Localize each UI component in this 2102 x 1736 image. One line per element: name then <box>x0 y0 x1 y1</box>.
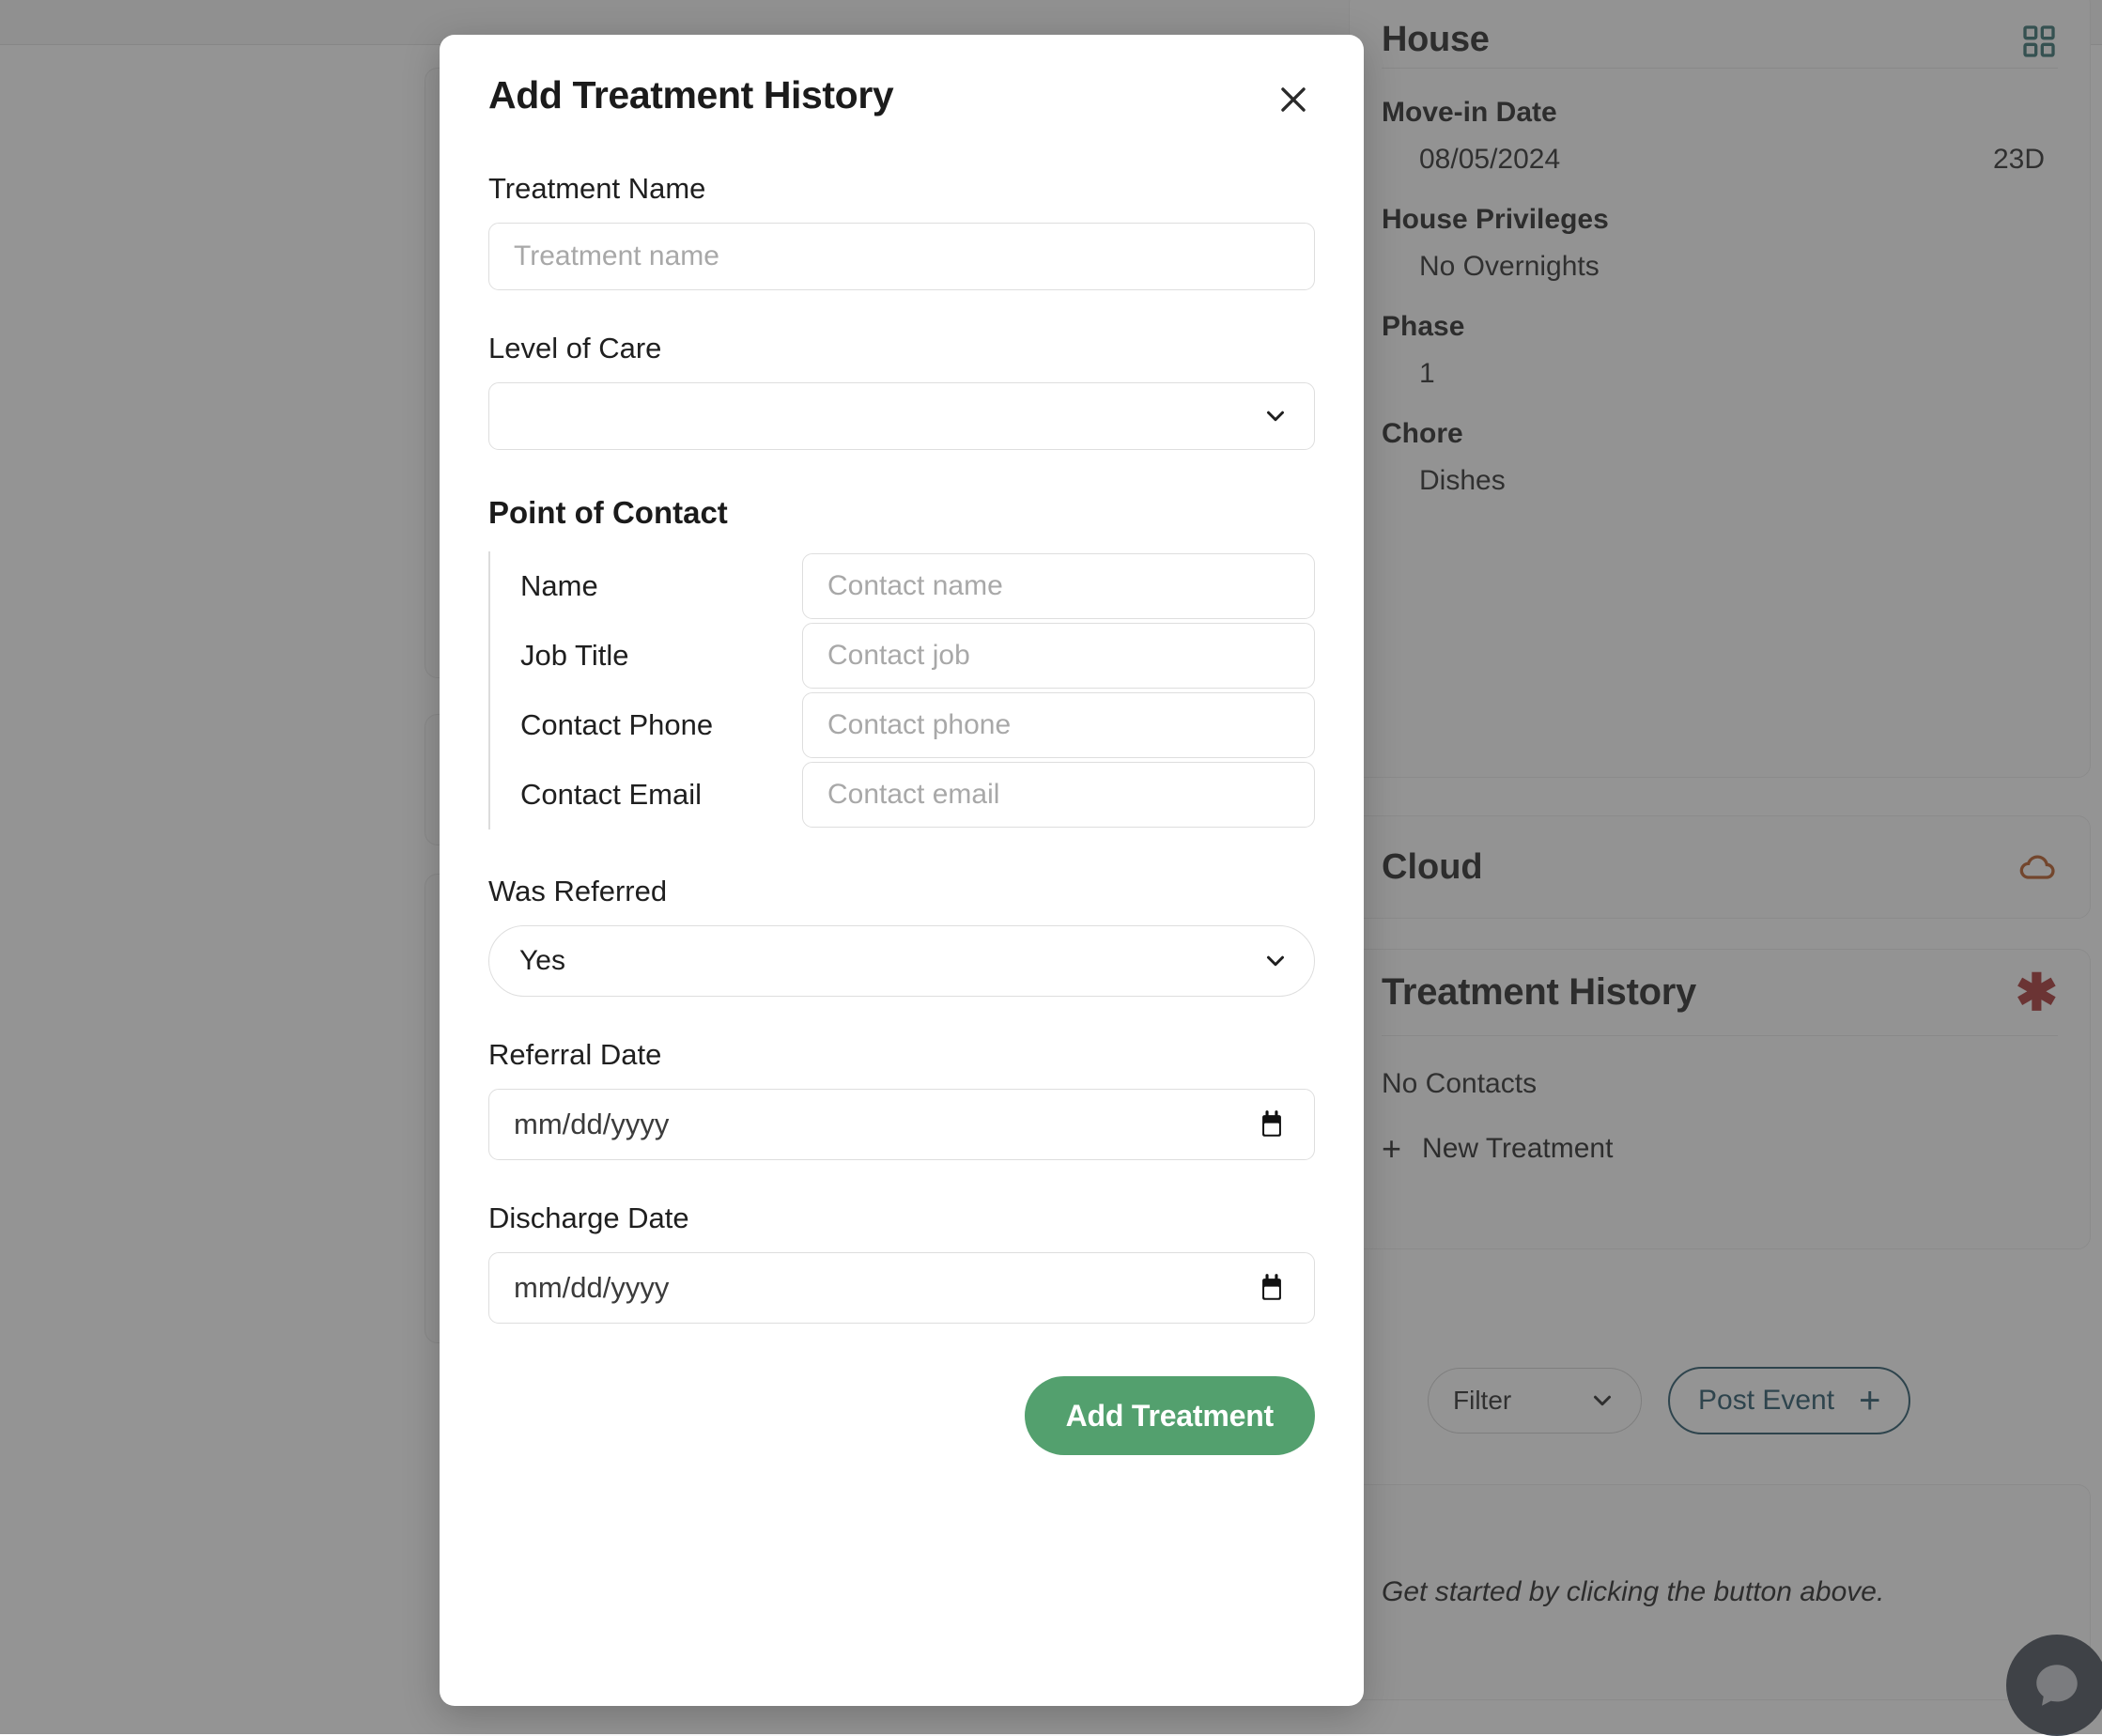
referral-date-input[interactable]: mm/dd/yyyy <box>488 1089 1315 1160</box>
discharge-date-placeholder: mm/dd/yyyy <box>514 1271 669 1305</box>
referral-date-group: Referral Date mm/dd/yyyy <box>488 1038 1315 1160</box>
calendar-icon[interactable] <box>1256 1108 1288 1140</box>
contact-name-row: Name <box>520 551 1315 621</box>
contact-phone-label: Contact Phone <box>520 708 802 742</box>
modal-footer: Add Treatment <box>488 1376 1315 1455</box>
was-referred-label: Was Referred <box>488 875 1315 908</box>
level-of-care-select[interactable] <box>488 382 1315 450</box>
contact-name-input[interactable] <box>802 553 1315 619</box>
contact-name-label: Name <box>520 569 802 603</box>
referral-date-placeholder: mm/dd/yyyy <box>514 1108 669 1141</box>
level-of-care-group: Level of Care <box>488 332 1315 450</box>
chevron-down-icon <box>1261 402 1290 430</box>
contact-job-title-row: Job Title <box>520 621 1315 690</box>
discharge-date-label: Discharge Date <box>488 1201 1315 1235</box>
was-referred-value: Yes <box>519 945 565 977</box>
level-of-care-label: Level of Care <box>488 332 1315 365</box>
was-referred-select[interactable]: Yes <box>488 925 1315 997</box>
contact-job-title-label: Job Title <box>520 639 802 673</box>
discharge-date-group: Discharge Date mm/dd/yyyy <box>488 1201 1315 1324</box>
contact-email-row: Contact Email <box>520 760 1315 829</box>
referral-date-label: Referral Date <box>488 1038 1315 1072</box>
add-treatment-history-modal: Add Treatment History Treatment Name Lev… <box>440 35 1364 1706</box>
point-of-contact-fields: Name Job Title Contact Phone Contact Ema… <box>488 551 1315 829</box>
contact-email-label: Contact Email <box>520 778 802 812</box>
contact-job-title-input[interactable] <box>802 623 1315 689</box>
contact-email-input[interactable] <box>802 762 1315 828</box>
calendar-icon[interactable] <box>1256 1272 1288 1304</box>
treatment-name-group: Treatment Name <box>488 172 1315 290</box>
contact-phone-input[interactable] <box>802 692 1315 758</box>
point-of-contact-heading: Point of Contact <box>488 495 1315 531</box>
add-treatment-button[interactable]: Add Treatment <box>1025 1376 1315 1455</box>
discharge-date-input[interactable]: mm/dd/yyyy <box>488 1252 1315 1324</box>
treatment-name-input[interactable] <box>488 223 1315 290</box>
contact-phone-row: Contact Phone <box>520 690 1315 760</box>
modal-header: Add Treatment History <box>488 35 1315 121</box>
treatment-name-label: Treatment Name <box>488 172 1315 206</box>
close-icon[interactable] <box>1272 78 1315 121</box>
was-referred-group: Was Referred Yes <box>488 875 1315 997</box>
chevron-down-icon <box>1261 947 1290 975</box>
modal-title: Add Treatment History <box>488 74 893 116</box>
